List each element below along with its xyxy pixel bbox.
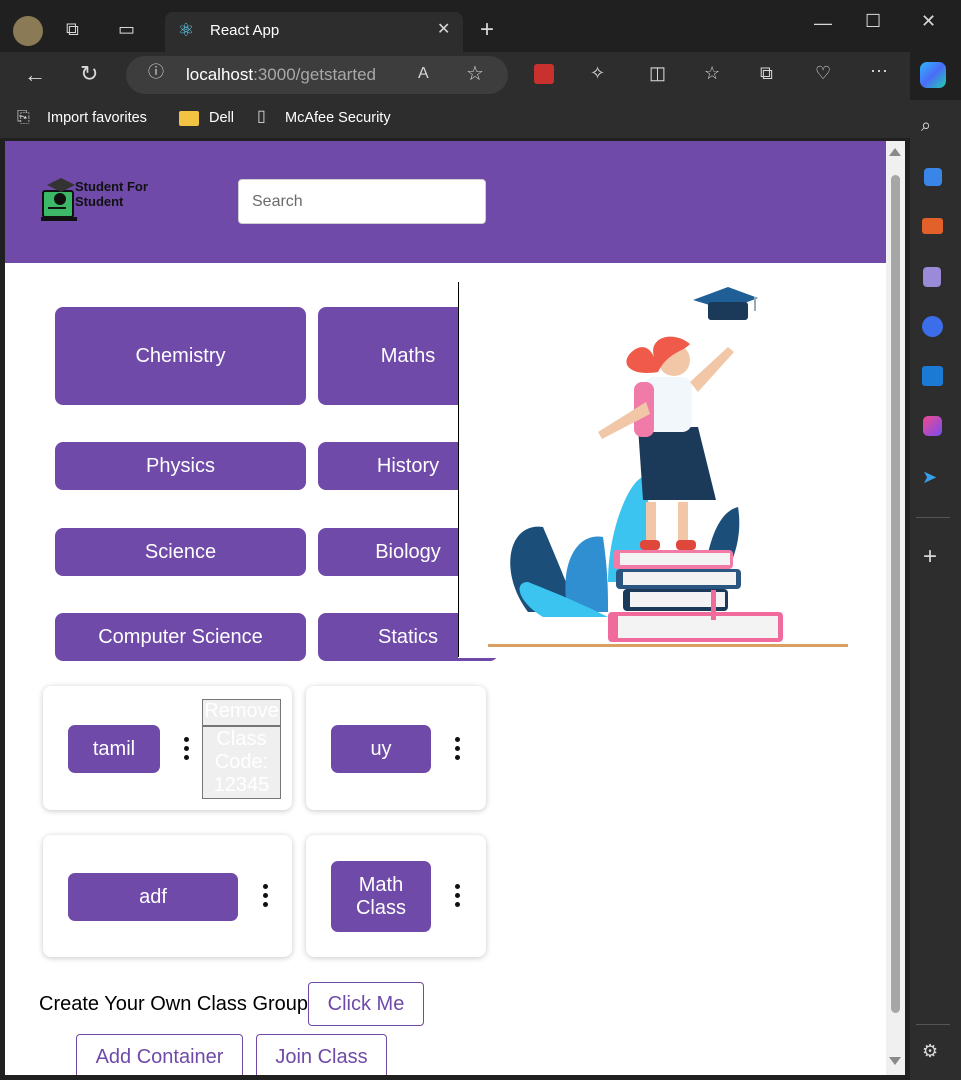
sidebar-designer-icon[interactable]	[923, 416, 942, 436]
copilot-icon[interactable]	[920, 62, 946, 88]
sidebar-tools-icon[interactable]	[922, 218, 943, 234]
site-info-icon[interactable]: ⓘ	[148, 65, 164, 81]
window-close-icon[interactable]: ✕	[921, 12, 936, 30]
add-container-button[interactable]: Add Container	[76, 1034, 243, 1075]
favorite-dell[interactable]: Dell	[209, 110, 234, 126]
split-screen-icon[interactable]: ◫	[649, 64, 666, 82]
subject-physics-button[interactable]: Physics	[55, 442, 306, 490]
class-code-box: Class Code: 12345	[202, 726, 281, 799]
sidebar-tag-icon[interactable]	[924, 168, 942, 186]
subject-chemistry-button[interactable]: Chemistry	[55, 307, 306, 405]
page: Student For Student Chemistry Maths Phys…	[5, 141, 886, 1075]
settings-icon[interactable]: ⚙	[922, 1042, 938, 1060]
profile-avatar[interactable]	[13, 16, 43, 46]
scroll-up-icon[interactable]	[889, 148, 901, 156]
more-icon[interactable]: ⋯	[870, 62, 888, 80]
scroll-down-icon[interactable]	[889, 1057, 901, 1065]
close-tab-icon[interactable]: ✕	[437, 22, 450, 38]
vertical-divider	[458, 282, 459, 657]
sidebar-send-icon[interactable]: ➤	[922, 467, 937, 488]
class-adf-button[interactable]: adf	[68, 873, 238, 921]
sidebar-add-icon[interactable]: +	[923, 545, 937, 569]
health-icon[interactable]: ♡	[815, 64, 831, 82]
app-logo: Student For Student	[41, 175, 156, 225]
sidebar-copilot-icon[interactable]	[922, 316, 943, 337]
create-group-text: Create Your Own Class Group	[39, 993, 309, 1015]
subject-science-button[interactable]: Science	[55, 528, 306, 576]
edge-sidebar	[910, 100, 961, 1080]
click-me-button[interactable]: Click Me	[308, 982, 424, 1026]
student-books-illustration	[488, 287, 848, 647]
class-tamil-menu-icon[interactable]	[183, 737, 189, 760]
class-adf-menu-icon[interactable]	[262, 884, 268, 907]
logo-text: Student For Student	[75, 179, 148, 209]
sidebar-divider	[916, 1024, 950, 1025]
class-uy-menu-icon[interactable]	[454, 737, 460, 760]
react-icon: ⚛	[178, 20, 195, 40]
minimize-icon[interactable]: —	[814, 14, 832, 32]
back-icon[interactable]: ←	[24, 64, 46, 86]
sidebar-outlook-icon[interactable]	[922, 366, 943, 386]
page-icon: ▯	[257, 108, 266, 125]
scrollbar-thumb[interactable]	[891, 175, 900, 1013]
class-math-class-menu-icon[interactable]	[454, 884, 460, 907]
tab-title: React App	[210, 22, 280, 39]
import-icon: ⎘	[17, 109, 30, 126]
class-uy-button[interactable]: uy	[331, 725, 431, 773]
favorites-icon[interactable]: ☆	[704, 64, 720, 82]
new-tab-icon[interactable]: +	[480, 18, 494, 42]
class-math-class-button[interactable]: Math Class	[331, 861, 431, 932]
sidebar-divider	[916, 517, 950, 518]
search-input[interactable]	[238, 179, 486, 224]
extensions-puzzle-icon[interactable]: ✧	[590, 64, 605, 82]
folder-icon	[179, 111, 199, 126]
workspaces-icon[interactable]: ⧉	[66, 20, 79, 38]
illustration-panel	[458, 282, 886, 658]
collections-icon[interactable]: ⧉	[760, 64, 773, 82]
maximize-icon[interactable]: ☐	[865, 12, 881, 30]
extension-icon[interactable]	[534, 64, 554, 84]
remove-class-button[interactable]: Remove	[202, 699, 281, 726]
sidebar-games-icon[interactable]	[923, 267, 941, 287]
sidebar-search-icon[interactable]: ⌕	[921, 116, 931, 134]
subject-computer-science-button[interactable]: Computer Science	[55, 613, 306, 661]
class-tamil-button[interactable]: tamil	[68, 725, 160, 773]
favorite-import[interactable]: Import favorites	[47, 110, 147, 126]
favorite-mcafee[interactable]: McAfee Security	[285, 110, 391, 126]
join-class-button[interactable]: Join Class	[256, 1034, 387, 1075]
read-aloud-icon[interactable]: A	[418, 66, 429, 82]
url-text: localhost:3000/getstarted	[186, 65, 376, 84]
refresh-icon[interactable]: ↻	[80, 63, 98, 85]
favorite-star-icon[interactable]: ☆	[466, 64, 484, 84]
tab-actions-icon[interactable]: ▭	[118, 20, 135, 38]
